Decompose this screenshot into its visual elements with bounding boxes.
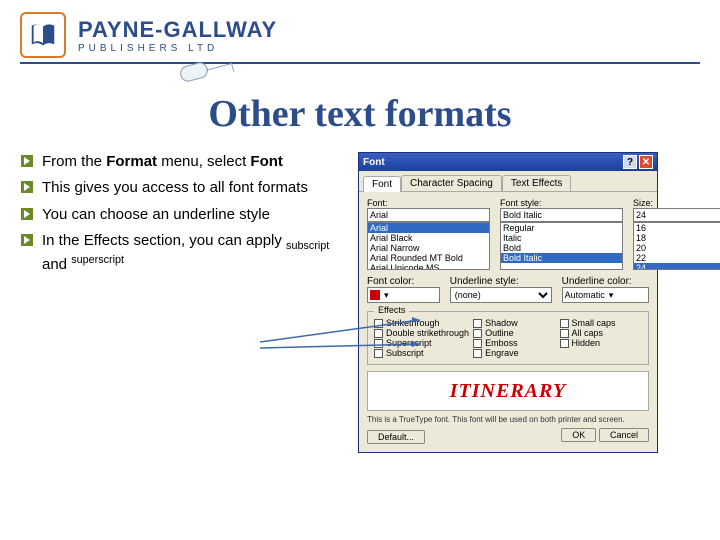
bullet-icon — [20, 207, 34, 221]
chk-shadow[interactable]: Shadow — [473, 318, 555, 328]
underline-label: Underline style: — [450, 276, 552, 287]
mouse-icon — [178, 61, 209, 84]
ok-button[interactable]: OK — [561, 428, 596, 442]
dialog-title: Font — [363, 157, 621, 168]
chk-smallcaps[interactable]: Small caps — [560, 318, 642, 328]
preview-box: ITINERARY — [367, 371, 649, 411]
help-button[interactable]: ? — [623, 155, 637, 169]
bullet-icon — [20, 180, 34, 194]
effects-legend: Effects — [374, 305, 409, 315]
tab-text-effects[interactable]: Text Effects — [502, 175, 572, 191]
close-button[interactable]: ✕ — [639, 155, 653, 169]
underline-combo[interactable]: (none) Words only — [450, 287, 552, 303]
brand-wordmark: PAYNE-GALLWAY PUBLISHERS LTD — [78, 17, 277, 54]
underlinecolor-label: Underline color: — [562, 276, 649, 287]
fontcolor-label: Font color: — [367, 276, 440, 287]
chk-engrave[interactable]: Engrave — [473, 348, 555, 358]
bullet-text: In the Effects section, you can apply su… — [42, 231, 350, 276]
list-item: From the Format menu, select Font — [20, 152, 350, 172]
chk-superscript[interactable]: Superscript — [374, 338, 469, 348]
chk-outline[interactable]: Outline — [473, 328, 555, 338]
cancel-button[interactable]: Cancel — [599, 428, 649, 442]
bullet-text: From the Format menu, select Font — [42, 152, 283, 172]
style-label: Font style: — [500, 198, 623, 208]
list-item: You can choose an underline style — [20, 205, 350, 225]
chk-strikethrough[interactable]: Strikethrough — [374, 318, 469, 328]
fontcolor-combo[interactable]: ▾ — [367, 287, 440, 303]
logo-icon — [20, 12, 66, 58]
slide-title: Other text formats — [20, 92, 700, 136]
bullet-text: This gives you access to all font format… — [42, 178, 308, 198]
font-field[interactable] — [367, 208, 490, 222]
size-label: Size: — [633, 198, 720, 208]
size-field[interactable] — [633, 208, 720, 222]
truetype-note: This is a TrueType font. This font will … — [367, 415, 649, 424]
bullet-text: You can choose an underline style — [42, 205, 270, 225]
bullet-icon — [20, 233, 34, 247]
chk-emboss[interactable]: Emboss — [473, 338, 555, 348]
chk-dblstrike[interactable]: Double strikethrough — [374, 328, 469, 338]
chk-allcaps[interactable]: All caps — [560, 328, 642, 338]
style-field[interactable] — [500, 208, 623, 222]
tab-font[interactable]: Font — [363, 176, 401, 192]
font-dialog: Font ? ✕ Font Character Spacing Text Eff… — [358, 152, 658, 453]
list-item: In the Effects section, you can apply su… — [20, 231, 350, 276]
underlinecolor-combo[interactable]: Automatic ▾ — [562, 287, 649, 303]
default-button[interactable]: Default... — [367, 430, 425, 444]
chk-hidden[interactable]: Hidden — [560, 338, 642, 348]
size-listbox[interactable]: 16 18 20 22 24 — [633, 222, 720, 270]
font-label: Font: — [367, 198, 490, 208]
preview-text: ITINERARY — [450, 380, 566, 403]
bullet-icon — [20, 154, 34, 168]
tab-char-spacing[interactable]: Character Spacing — [401, 175, 502, 191]
chk-subscript[interactable]: Subscript — [374, 348, 469, 358]
list-item: This gives you access to all font format… — [20, 178, 350, 198]
divider — [20, 62, 700, 64]
font-listbox[interactable]: Arial Arial Black Arial Narrow Arial Rou… — [367, 222, 490, 270]
style-listbox[interactable]: Regular Italic Bold Bold Italic — [500, 222, 623, 270]
